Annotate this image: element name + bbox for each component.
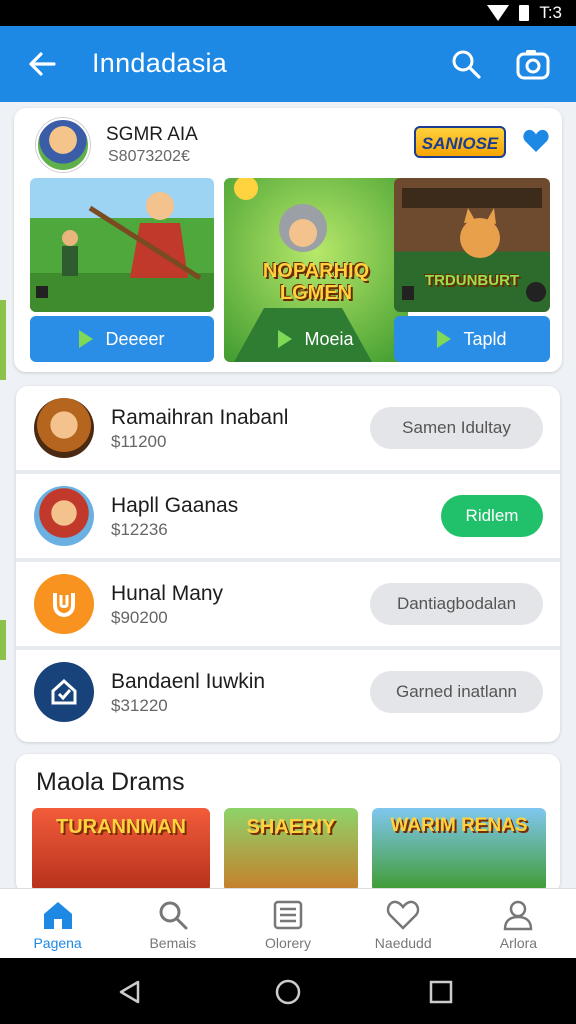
- list-item[interactable]: Hunal Many $90200 Dantiagbodalan: [16, 562, 560, 650]
- nav-item-search[interactable]: Bemais: [115, 889, 230, 958]
- avatar[interactable]: [36, 118, 90, 172]
- list-item[interactable]: Ramaihran Inabanl $11200 Samen Idultay: [16, 386, 560, 474]
- heart-icon: [386, 900, 420, 930]
- item-name: Ramaihran Inabanl: [111, 406, 289, 429]
- profile-icon: [504, 900, 533, 931]
- item-action-button[interactable]: Garned inatlann: [370, 671, 543, 713]
- game-thumbnail-title: SHAERIY: [246, 816, 336, 838]
- side-strip: [0, 300, 6, 380]
- play-icon: [278, 330, 293, 348]
- item-name: Hapll Gaanas: [111, 494, 239, 517]
- app-bar: Inndadasia: [0, 26, 576, 102]
- game-thumbnail[interactable]: SHAERIY: [224, 808, 358, 892]
- avatar: [34, 486, 94, 546]
- section-title: Maola Drams: [36, 768, 185, 796]
- wifi-icon: [487, 5, 510, 21]
- bottom-navigation: Pagena Bemais Olorery Naedudd Arlora: [0, 888, 576, 958]
- featured-card: SGMR AIA S8073202€ SANIOSE Deeeer NOPARH…: [14, 108, 562, 372]
- brand-logo: SANIOSE: [414, 126, 506, 158]
- game-tile[interactable]: NOPARHIQ LGMEN Moeia: [224, 178, 408, 364]
- nav-item-list[interactable]: Olorery: [230, 889, 345, 958]
- system-navigation-bar: [0, 958, 576, 1024]
- game-tile[interactable]: TRDUNBURT Tapld: [394, 178, 550, 364]
- side-strip: [0, 620, 6, 660]
- item-action-button[interactable]: Samen Idultay: [370, 407, 543, 449]
- page-title: Inndadasia: [92, 48, 228, 78]
- nav-label: Olorery: [265, 935, 311, 951]
- nav-label: Naedudd: [374, 935, 432, 951]
- avatar: [34, 398, 94, 458]
- play-button[interactable]: Moeia: [224, 316, 408, 362]
- game-list-card: Ramaihran Inabanl $11200 Samen Idultay H…: [16, 386, 560, 742]
- list-icon: [273, 900, 303, 930]
- item-price: $31220: [111, 696, 168, 715]
- home-icon: [43, 902, 72, 929]
- nav-item-profile[interactable]: Arlora: [461, 889, 576, 958]
- play-icon: [437, 330, 452, 348]
- game-art: [30, 178, 214, 312]
- game-thumbnail[interactable]: WARIM RENAS: [372, 808, 546, 892]
- list-item[interactable]: Hapll Gaanas $12236 Ridlem: [16, 474, 560, 562]
- system-recents-icon[interactable]: [428, 978, 454, 1006]
- play-button[interactable]: Tapld: [394, 316, 550, 362]
- nav-label: Arlora: [499, 935, 538, 951]
- item-name: Hunal Many: [111, 582, 224, 605]
- game-tile[interactable]: Deeeer: [30, 178, 214, 364]
- shield-u-icon: [53, 593, 75, 618]
- nav-item-home[interactable]: Pagena: [0, 889, 115, 958]
- nav-item-favorites[interactable]: Naedudd: [346, 889, 461, 958]
- camera-icon[interactable]: [514, 46, 552, 82]
- item-price: $90200: [111, 608, 168, 627]
- item-action-button[interactable]: Ridlem: [441, 495, 543, 537]
- avatar: [34, 662, 94, 722]
- avatar: [34, 574, 94, 634]
- house-badge-icon: [51, 678, 77, 705]
- play-icon: [79, 330, 94, 348]
- status-time: T:3: [539, 3, 562, 22]
- item-name: Bandaenl Iuwkin: [111, 670, 266, 693]
- system-back-icon[interactable]: [116, 978, 144, 1006]
- list-item[interactable]: Bandaenl Iuwkin $31220 Garned inatlann: [16, 650, 560, 738]
- back-arrow-icon[interactable]: [24, 46, 60, 82]
- game-title-art: TRDUNBURT: [424, 272, 520, 289]
- item-price: $12236: [111, 520, 168, 539]
- item-price: $11200: [111, 432, 167, 451]
- system-home-icon[interactable]: [274, 978, 302, 1006]
- search-icon: [159, 901, 188, 930]
- nav-label: Bemais: [149, 935, 197, 951]
- item-action-button[interactable]: Dantiagbodalan: [370, 583, 543, 625]
- user-name: SGMR AIA: [106, 124, 198, 145]
- game-thumbnail[interactable]: TURANNMAN: [32, 808, 210, 892]
- battery-icon: [519, 5, 530, 21]
- user-subtitle: S8073202€: [108, 148, 190, 165]
- play-button[interactable]: Deeeer: [30, 316, 214, 362]
- game-thumbnail-title: WARIM RENAS: [390, 815, 528, 836]
- play-button-label: Moeia: [304, 328, 354, 349]
- search-icon[interactable]: [448, 46, 484, 82]
- more-games-card: Maola Drams TURANNMAN SHAERIY WARIM RENA…: [16, 754, 560, 894]
- play-button-label: Deeeer: [105, 328, 165, 349]
- warrior-illustration: [30, 192, 214, 312]
- game-art: TRDUNBURT: [394, 178, 550, 312]
- status-bar: T:3: [0, 0, 576, 26]
- game-title-art: NOPARHIQ LGMEN: [262, 260, 370, 304]
- nav-label: Pagena: [33, 935, 82, 951]
- heart-icon[interactable]: [522, 128, 550, 154]
- game-thumbnail-title: TURANNMAN: [56, 816, 186, 838]
- play-button-label: Tapld: [463, 328, 507, 349]
